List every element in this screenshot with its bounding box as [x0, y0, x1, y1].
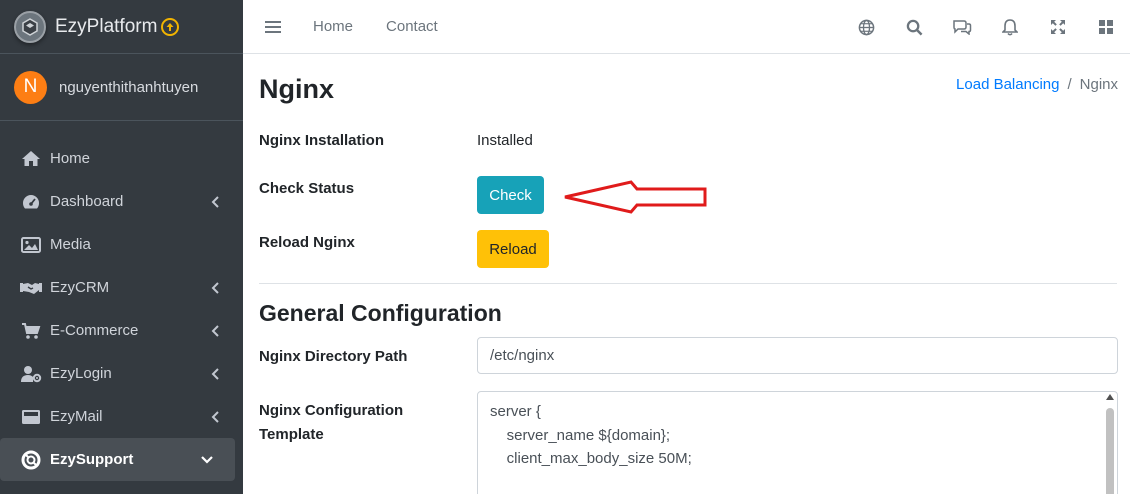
section-title: General Configuration: [259, 300, 502, 326]
section-divider: [259, 283, 1117, 284]
template-label-line2: Template: [259, 426, 324, 443]
sidebar-item-label: Dashboard: [50, 193, 124, 210]
textarea-scrollbar[interactable]: [1106, 408, 1114, 494]
nav-link-home[interactable]: Home: [313, 18, 353, 35]
config-template-textarea[interactable]: server { server_name ${domain}; client_m…: [477, 391, 1118, 494]
breadcrumb-current: Nginx: [1079, 76, 1118, 93]
lifebuoy-icon: [20, 450, 42, 469]
template-line: server {: [490, 403, 541, 420]
apps-icon[interactable]: [1082, 0, 1130, 54]
upgrade-icon[interactable]: [161, 17, 180, 36]
user-gear-icon: [20, 365, 42, 383]
sidebar-item-label: EzySupport: [50, 451, 134, 468]
installation-label: Nginx Installation: [259, 132, 385, 149]
menu-toggle[interactable]: [243, 20, 303, 34]
installation-status: Installed: [477, 132, 533, 149]
chevron-left-icon: [211, 281, 219, 294]
reload-label: Reload Nginx: [259, 234, 355, 251]
sidebar-item-label: Home: [50, 150, 91, 167]
chevron-down-icon: [201, 455, 213, 464]
main-content: Nginx Load Balancing / Nginx Nginx Install…: [243, 54, 1130, 494]
bell-icon[interactable]: [986, 0, 1034, 54]
expand-icon[interactable]: [1034, 0, 1082, 54]
sidebar-item-dashboard[interactable]: Dashboard: [0, 180, 243, 223]
breadcrumb: Load Balancing / Nginx: [956, 76, 1118, 93]
breadcrumb-separator: /: [1067, 76, 1072, 93]
nav-link-contact[interactable]: Contact: [386, 18, 438, 35]
reload-button[interactable]: Reload: [477, 230, 549, 268]
annotation-arrow-icon: [564, 180, 707, 214]
breadcrumb-link-load-balancing[interactable]: Load Balancing: [956, 76, 1059, 93]
sidebar-item-ecommerce[interactable]: E-Commerce: [0, 309, 243, 352]
sidebar: EzyPlatform N nguyenthithanhtuyen Home D…: [0, 0, 243, 494]
check-button[interactable]: Check: [477, 176, 544, 214]
chevron-left-icon: [211, 195, 219, 208]
topbar-icons: [842, 0, 1130, 54]
check-status-label: Check Status: [259, 180, 355, 197]
user-name[interactable]: nguyenthithanhtuyen: [59, 79, 198, 96]
directory-path-value: /etc/nginx: [490, 347, 555, 364]
home-icon: [20, 150, 42, 168]
template-label-line1: Nginx Configuration: [259, 402, 404, 419]
dashboard-icon: [20, 193, 42, 211]
mail-icon: [20, 408, 42, 426]
sidebar-item-home[interactable]: Home: [0, 137, 243, 180]
handshake-icon: [20, 279, 42, 297]
sidebar-nav: Home Dashboard Media EzyCRM E-Commerce E…: [0, 121, 243, 481]
sidebar-item-ezycrm[interactable]: EzyCRM: [0, 266, 243, 309]
image-icon: [20, 236, 42, 254]
sidebar-item-media[interactable]: Media: [0, 223, 243, 266]
directory-path-label: Nginx Directory Path: [259, 348, 408, 365]
user-panel[interactable]: N nguyenthithanhtuyen: [0, 54, 243, 121]
chat-icon[interactable]: [938, 0, 986, 54]
brand-name: EzyPlatform: [55, 15, 158, 37]
sidebar-item-ezysupport[interactable]: EzySupport: [0, 438, 235, 481]
topbar: Home Contact: [243, 0, 1130, 54]
template-line: server_name ${domain};: [490, 426, 671, 444]
sidebar-item-label: EzyCRM: [50, 279, 110, 296]
directory-path-input[interactable]: /etc/nginx: [477, 337, 1118, 374]
page-title: Nginx: [259, 74, 335, 104]
chevron-left-icon: [211, 367, 219, 380]
sidebar-item-label: EzyMail: [50, 408, 103, 425]
cart-icon: [20, 322, 42, 340]
brand[interactable]: EzyPlatform: [0, 0, 243, 54]
template-line: client_max_body_size 50M;: [490, 450, 692, 467]
sidebar-item-label: E-Commerce: [50, 322, 139, 339]
scroll-up-arrow-icon[interactable]: [1106, 394, 1114, 400]
avatar: N: [14, 70, 47, 104]
search-icon[interactable]: [890, 0, 938, 54]
sidebar-item-ezylogin[interactable]: EzyLogin: [0, 352, 243, 395]
brand-logo: [14, 10, 46, 43]
globe-icon[interactable]: [842, 0, 890, 54]
chevron-left-icon: [211, 324, 219, 337]
sidebar-item-ezymail[interactable]: EzyMail: [0, 395, 243, 438]
hamburger-icon: [265, 20, 281, 33]
sidebar-item-label: Media: [50, 236, 91, 253]
chevron-left-icon: [211, 410, 219, 423]
sidebar-item-label: EzyLogin: [50, 365, 112, 382]
